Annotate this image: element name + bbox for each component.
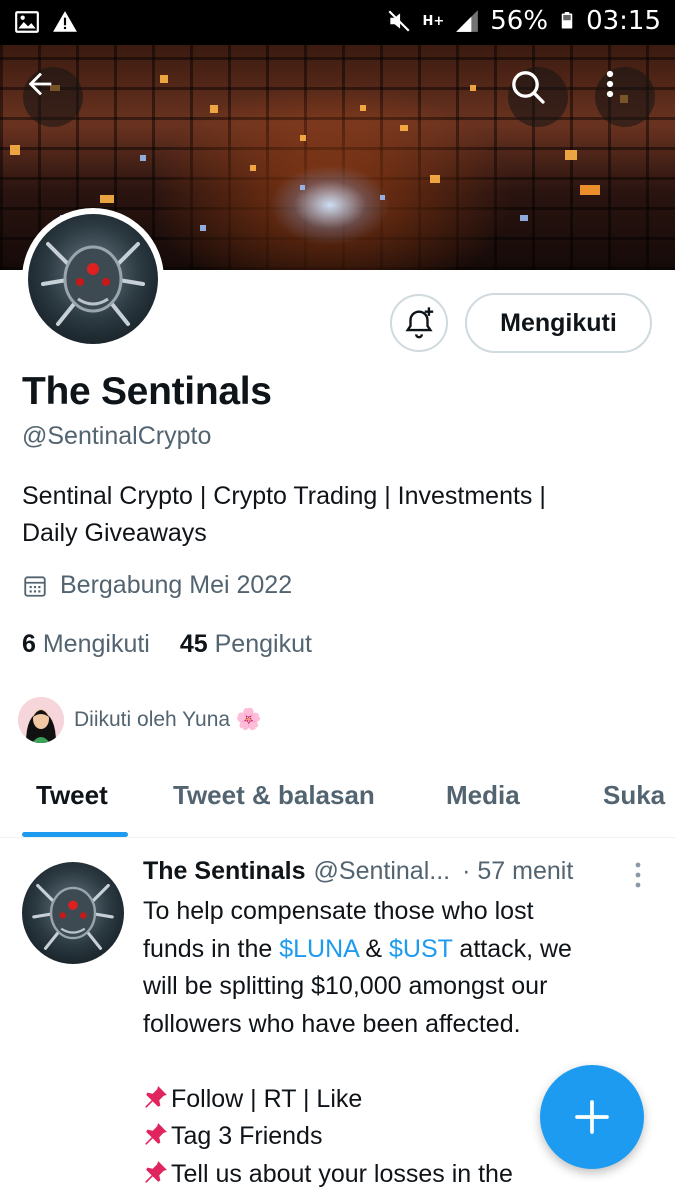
network-type: H+ [422,13,445,29]
arrow-left-icon [28,72,52,96]
followed-by-text: Diikuti oleh Yuna 🌸 [74,708,263,731]
bio-line: Sentinal Crypto | Crypto Trading | Inves… [22,482,546,510]
pushpin-icon [145,1123,167,1145]
following-button[interactable]: Mengikuti [465,293,652,353]
tab-media[interactable]: Media [446,780,520,811]
notification-bell-button[interactable] [390,294,448,352]
avatar-image [28,214,158,344]
pushpin-icon [145,1085,167,1108]
active-tab-indicator [22,832,128,837]
mute-icon [388,10,411,32]
tab-likes[interactable]: Suka [603,780,665,811]
pushpin-icon [145,1160,167,1183]
robot-avatar-art [22,862,124,964]
tweet-text-span: Tag 3 Friends [171,1122,323,1150]
tweet-author-name[interactable]: The Sentinals [143,857,306,886]
cashtag-luna[interactable]: $LUNA [279,935,358,963]
tweet-line: will be splitting $10,000 amongst our [143,972,548,1000]
compose-tweet-button[interactable] [540,1065,644,1169]
tweet-more-icon[interactable] [630,860,646,890]
join-date: Bergabung Mei 2022 [22,571,292,600]
follower-avatar [18,697,64,743]
followers-stat[interactable]: 45 Pengikut [180,630,312,659]
follower-avatar-art [18,697,64,743]
calendar-icon [24,575,46,597]
profile-bio: Sentinal Crypto | Crypto Trading | Inves… [22,478,652,552]
followed-by[interactable]: Diikuti oleh Yuna 🌸 [18,697,262,743]
profile-handle: @SentinalCrypto [22,422,212,450]
tweet-line: To help compensate those who lost [143,897,534,925]
back-button[interactable] [23,67,83,127]
status-bar: H+ 56% 03:15 [0,0,675,45]
warning-notification-icon [53,11,77,32]
tab-tweet[interactable]: Tweet [36,780,108,811]
profile-avatar[interactable] [22,208,164,350]
tweet-text-span: & [358,934,390,963]
tweet-header: The Sentinals @Sentinal... · 57 menit [143,857,653,886]
profile-stats: 6 Mengikuti 45 Pengikut [22,630,312,659]
followers-label: Pengikut [214,630,312,658]
tweet-line: funds in the $LUNA & $UST attack, we [143,931,653,969]
profile-name: The Sentinals [22,370,272,413]
tweet-time[interactable]: · 57 menit [462,857,573,886]
battery-icon [561,12,573,29]
cashtag-ust[interactable]: $UST [389,935,452,963]
tweet-text-span: funds in the [143,934,280,963]
tweet-line: followers who have been affected. [143,1009,521,1038]
tweet-author-handle[interactable]: @Sentinal... [314,857,451,886]
join-date-text: Bergabung Mei 2022 [60,571,293,599]
profile-tabs: Tweet Tweet & balasan Media Suka [0,770,675,838]
tab-tweet-replies[interactable]: Tweet & balasan [173,780,375,811]
tweet-text-span: attack, we [452,934,572,963]
search-icon [512,71,545,104]
more-vertical-icon [606,70,614,98]
following-label: Mengikuti [42,630,150,658]
robot-avatar-art [28,214,158,344]
signal-icon [456,10,479,32]
tweet-text-span: Tell us about your losses in the [171,1159,513,1188]
bio-line: Daily Giveaways [22,519,207,547]
search-button[interactable] [508,67,568,127]
bell-plus-icon [405,307,434,339]
tweet-text-span: Follow | RT | Like [171,1084,363,1113]
followers-count: 45 [179,630,208,658]
more-options-button[interactable] [595,67,655,127]
tweet-avatar[interactable] [22,862,124,964]
following-count: 6 [22,630,36,658]
image-notification-icon [15,11,39,33]
clock: 03:15 [586,6,661,36]
following-stat[interactable]: 6 Mengikuti [22,630,150,659]
battery-percent: 56% [490,6,549,36]
plus-icon [575,1100,609,1134]
